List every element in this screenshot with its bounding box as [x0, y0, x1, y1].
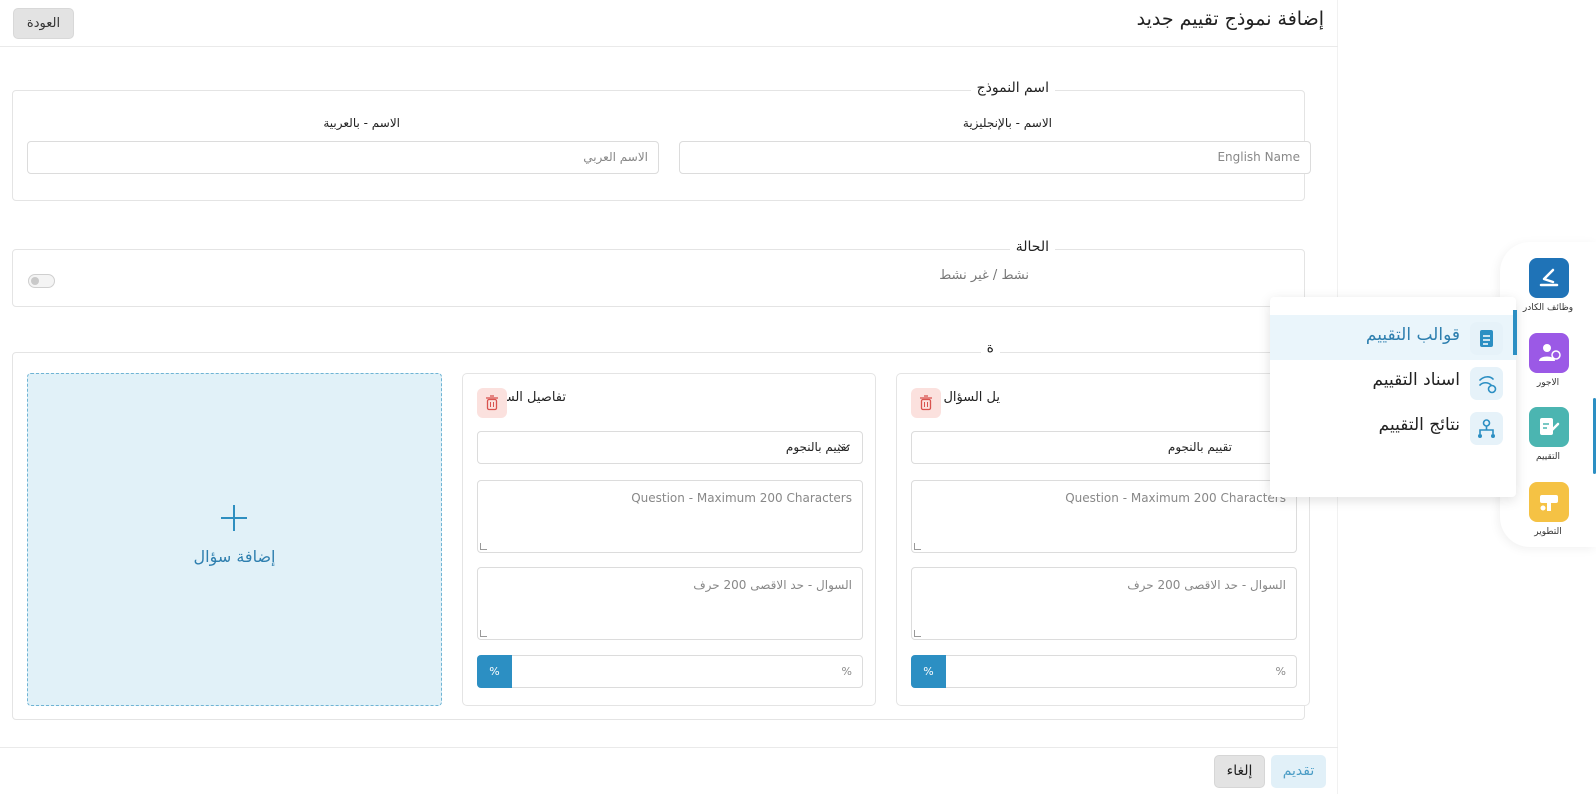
sidebar-item-label: التطوير [1534, 527, 1562, 537]
staff-jobs-icon [1529, 258, 1569, 298]
delete-question-button[interactable] [911, 388, 941, 418]
question-card-title: يل السؤال [943, 390, 1000, 405]
plus-icon [221, 505, 247, 531]
arabic-name-label: الاسم - بالعربية [323, 116, 400, 130]
question-type-select[interactable]: تقييم بالنجوم [911, 431, 1297, 464]
question-weight-input[interactable]: % % [911, 655, 1297, 688]
question-type-select[interactable]: تقييم بالنجوم [477, 431, 863, 464]
status-toggle-label: نشط / غير نشط [939, 268, 1029, 283]
question-ar-textarea[interactable]: السوال - حد الاقصى 200 حرف [477, 567, 863, 640]
submenu-item-label: قوالب التقييم [1365, 325, 1460, 345]
status-section [12, 249, 1305, 307]
question-ar-textarea[interactable]: السوال - حد الاقصى 200 حرف [911, 567, 1297, 640]
add-question-label: إضافة سؤال [193, 547, 276, 566]
footer-divider [0, 747, 1338, 748]
templates-icon [1470, 322, 1503, 355]
question-en-textarea[interactable]: Question - Maximum 200 Characters [911, 480, 1297, 553]
results-icon [1470, 412, 1503, 445]
trash-icon [920, 395, 932, 411]
submenu-item-assign[interactable]: اسناد التقييم [1270, 360, 1516, 405]
arabic-name-input[interactable]: الاسم العربي [27, 141, 659, 174]
sidebar-item-label: الاجور [1536, 378, 1560, 388]
development-icon [1529, 482, 1569, 522]
main-content: إضافة نموذج تقييم جديد العودة اسم النموذ… [0, 0, 1338, 794]
submenu-active-indicator [1513, 310, 1517, 355]
question-en-textarea[interactable]: Question - Maximum 200 Characters [477, 480, 863, 553]
questions-legend: ة [980, 340, 1000, 356]
sidebar-item-label: التقييم [1536, 452, 1560, 462]
submenu-item-label: نتائج التقييم [1378, 415, 1460, 435]
percent-button: % [911, 655, 946, 688]
percent-placeholder: % [1275, 665, 1286, 678]
question-weight-input[interactable]: % % [477, 655, 863, 688]
submenu-item-results[interactable]: نتائج التقييم [1270, 405, 1516, 450]
cancel-button[interactable]: إلغاء [1214, 755, 1265, 788]
wages-icon [1529, 333, 1569, 373]
submenu-item-templates[interactable]: قوالب التقييم [1270, 315, 1516, 360]
form-name-legend: اسم النموذج [970, 80, 1055, 96]
submit-button[interactable]: تقديم [1271, 755, 1326, 788]
english-name-label: الاسم - بالإنجليزية [962, 116, 1052, 130]
percent-button: % [477, 655, 512, 688]
evaluation-icon [1529, 407, 1569, 447]
assign-icon [1470, 367, 1503, 400]
page-title: إضافة نموذج تقييم جديد [1136, 8, 1324, 30]
trash-icon [486, 395, 498, 411]
evaluation-submenu: قوالب التقييم اسناد التقييم نتائج التقيي… [1270, 297, 1517, 497]
submenu-item-label: اسناد التقييم [1372, 370, 1460, 390]
page-header: إضافة نموذج تقييم جديد العودة [0, 0, 1338, 47]
status-legend: الحالة [1009, 239, 1055, 255]
status-toggle[interactable] [28, 274, 55, 288]
back-button[interactable]: العودة [13, 8, 74, 39]
delete-question-button[interactable] [477, 388, 507, 418]
english-name-input[interactable]: English Name [679, 141, 1311, 174]
add-question-card[interactable] [27, 373, 442, 706]
percent-placeholder: % [841, 665, 852, 678]
